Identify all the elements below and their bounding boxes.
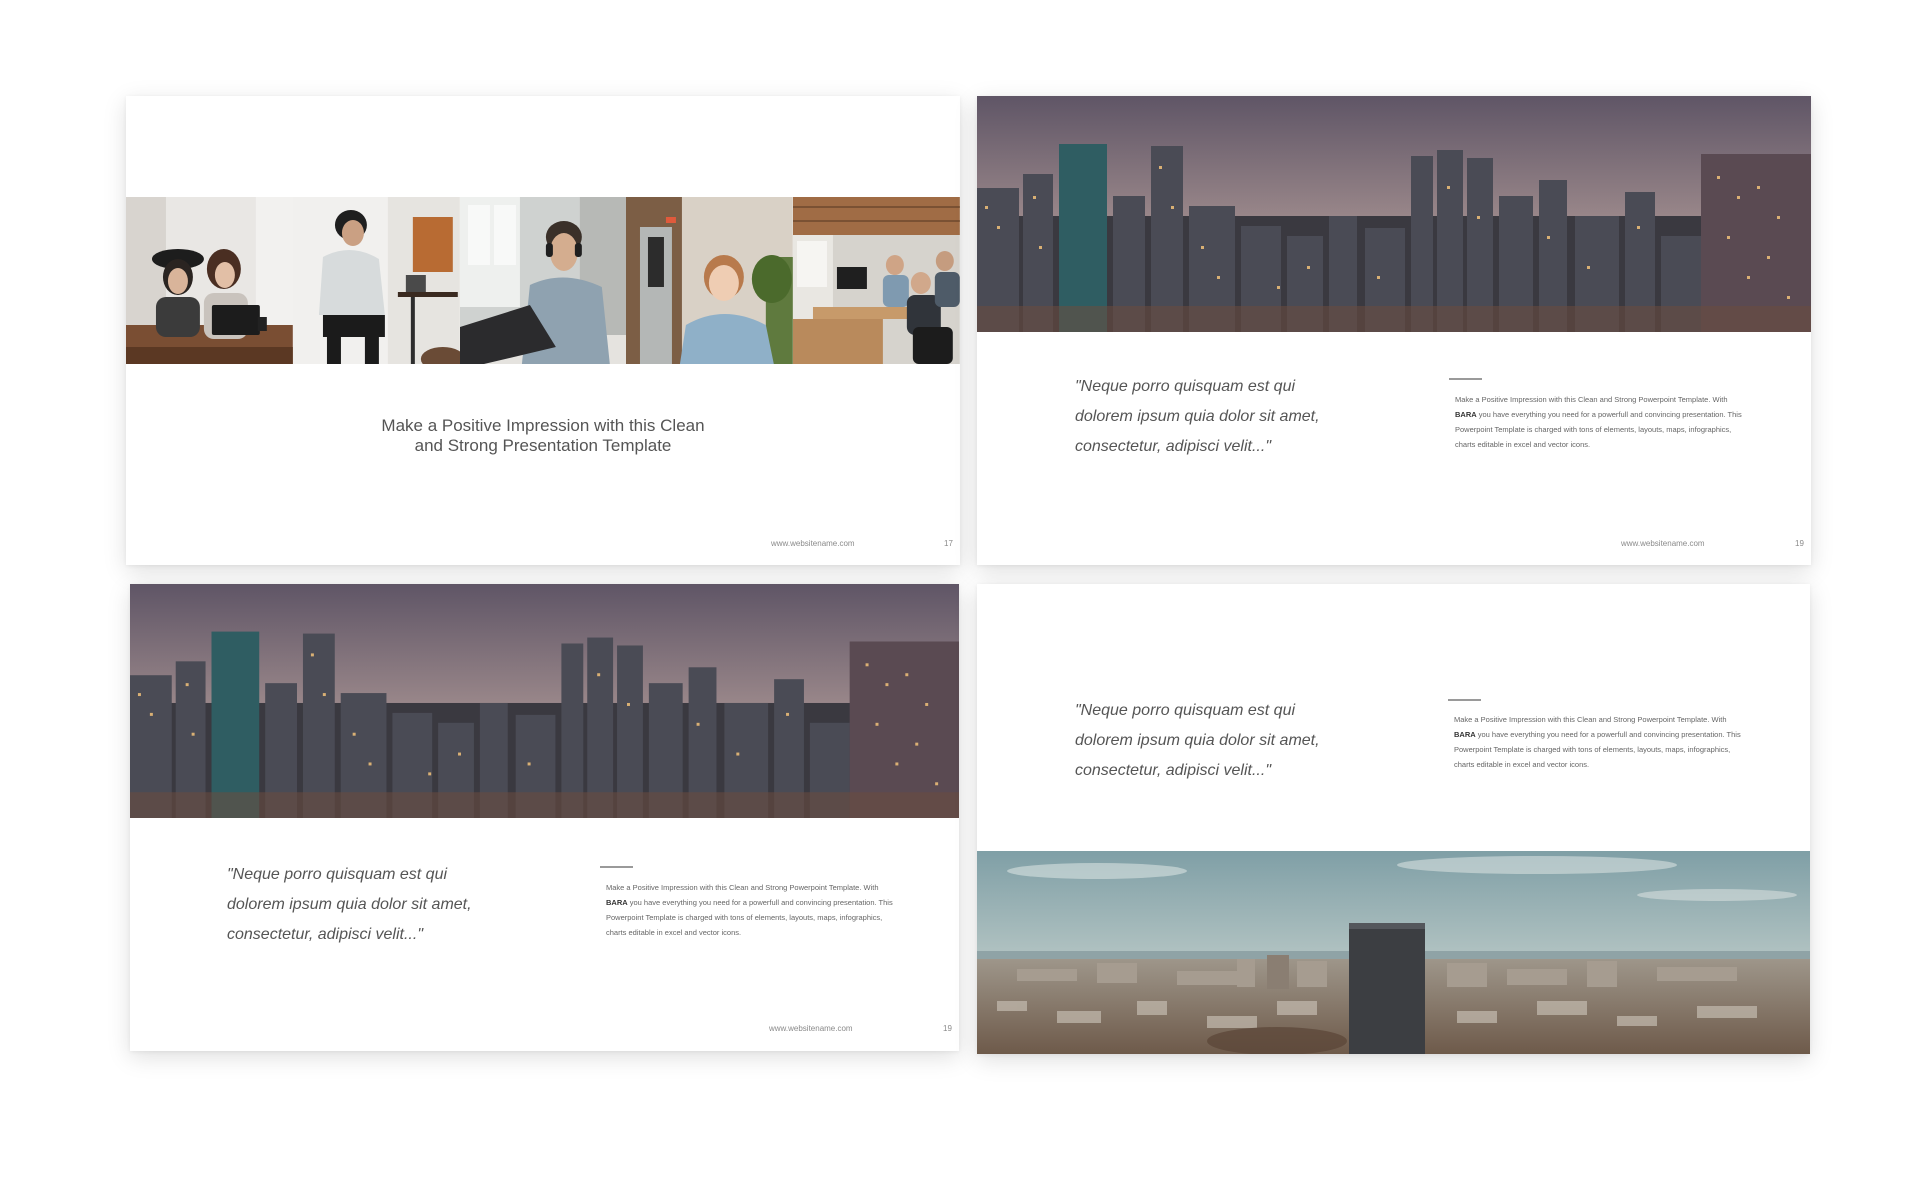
page-number: 17 <box>944 539 953 548</box>
slide-17-photo-strip[interactable]: Make a Positive Impression with this Cle… <box>126 96 960 565</box>
body-text-end: you have everything you need for a power… <box>1455 410 1742 449</box>
brand-name: BARA <box>606 898 628 907</box>
quote-line-2: dolorem ipsum quia dolor sit amet, <box>1075 408 1320 425</box>
quote-line-1: "Neque porro quisquam est qui <box>227 866 448 883</box>
quote-line-3: consectetur, adipisci velit..." <box>1075 762 1271 779</box>
body-text-end: you have everything you need for a power… <box>1454 730 1741 769</box>
quote-line-2: dolorem ipsum quia dolor sit amet, <box>227 896 472 913</box>
man-headphones-photo <box>459 197 627 364</box>
woman-workstation-photo <box>292 197 460 364</box>
website-url: www.websitename.com <box>771 539 855 548</box>
brand-name: BARA <box>1455 410 1477 419</box>
quote-line-3: consectetur, adipisci velit..." <box>227 926 423 943</box>
body-paragraph: Make a Positive Impression with this Cle… <box>1454 712 1744 772</box>
tagline-line-1: Make a Positive Impression with this Cle… <box>381 416 705 435</box>
page-number: 19 <box>1795 539 1804 548</box>
quote-line-1: "Neque porro quisquam est qui <box>1075 378 1296 395</box>
body-paragraph: Make a Positive Impression with this Cle… <box>606 880 896 940</box>
divider-rule <box>1449 378 1482 380</box>
body-text-end: you have everything you need for a power… <box>606 898 893 937</box>
brand-name: BARA <box>1454 730 1476 739</box>
team-laptop-photo <box>126 197 293 364</box>
quote-line-3: consectetur, adipisci velit..." <box>1075 438 1271 455</box>
body-paragraph: Make a Positive Impression with this Cle… <box>1455 392 1745 452</box>
tagline-line-2: and Strong Presentation Template <box>414 436 672 455</box>
website-url: www.websitename.com <box>1621 539 1705 548</box>
slide-tagline: Make a Positive Impression with this Cle… <box>126 416 960 456</box>
quote-line-2: dolorem ipsum quia dolor sit amet, <box>1075 732 1320 749</box>
body-text-start: Make a Positive Impression with this Cle… <box>606 883 879 892</box>
body-text-start: Make a Positive Impression with this Cle… <box>1455 395 1728 404</box>
photo-strip <box>126 197 960 364</box>
website-url: www.websitename.com <box>769 1024 853 1033</box>
quote-line-1: "Neque porro quisquam est qui <box>1075 702 1296 719</box>
quote-block: "Neque porro quisquam est qui dolorem ip… <box>227 860 472 950</box>
slide-19-city-night-top-alt[interactable]: "Neque porro quisquam est qui dolorem ip… <box>130 584 959 1051</box>
quote-block: "Neque porro quisquam est qui dolorem ip… <box>1075 696 1320 786</box>
city-night-skyline-photo <box>977 96 1811 332</box>
smiling-woman-photo <box>626 197 794 364</box>
slide-city-daytime-bottom[interactable]: "Neque porro quisquam est qui dolorem ip… <box>977 584 1810 1054</box>
slide-19-city-night-top[interactable]: "Neque porro quisquam est qui dolorem ip… <box>977 96 1811 565</box>
office-desks-photo <box>793 197 960 364</box>
quote-block: "Neque porro quisquam est qui dolorem ip… <box>1075 372 1320 462</box>
page-number: 19 <box>943 1024 952 1033</box>
divider-rule <box>1448 699 1481 701</box>
body-text-start: Make a Positive Impression with this Cle… <box>1454 715 1727 724</box>
city-night-skyline-photo <box>130 584 959 818</box>
divider-rule <box>600 866 633 868</box>
city-daytime-aerial-photo <box>977 851 1810 1054</box>
